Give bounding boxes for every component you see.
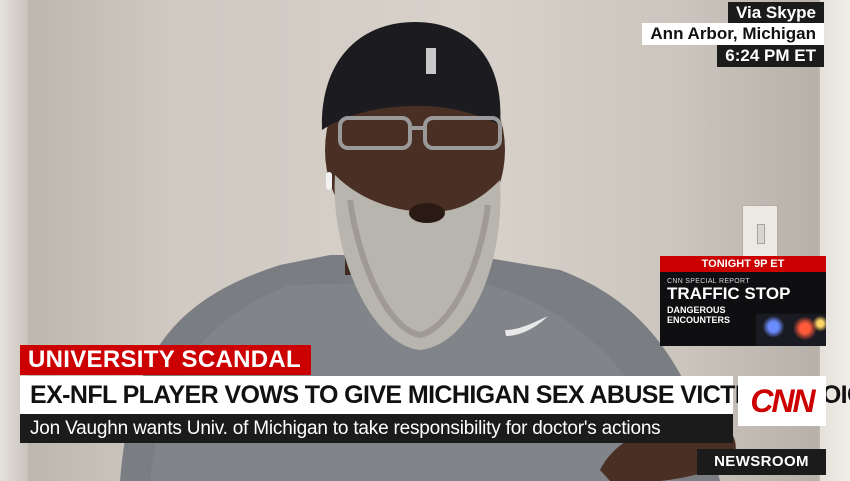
- cnn-logo: CNN: [738, 376, 826, 426]
- location-source: Via Skype: [727, 2, 824, 24]
- lower-third-subheadline: Jon Vaughn wants Univ. of Michigan to ta…: [30, 418, 661, 439]
- lower-third-kicker: UNIVERSITY SCANDAL: [20, 345, 311, 375]
- lower-third-headline: EX-NFL PLAYER VOWS TO GIVE MICHIGAN SEX …: [30, 381, 850, 409]
- police-lights-image: [756, 314, 826, 346]
- show-name: NEWSROOM: [697, 449, 826, 475]
- promo-time: TONIGHT 9P ET: [660, 256, 826, 272]
- promo-box: TONIGHT 9P ET CNN SPECIAL REPORT TRAFFIC…: [660, 256, 826, 346]
- promo-title: TRAFFIC STOP: [667, 284, 791, 303]
- location-city: Ann Arbor, Michigan: [642, 23, 824, 45]
- lower-third-subheadline-bar: Jon Vaughn wants Univ. of Michigan to ta…: [20, 414, 733, 443]
- video-frame: Via Skype Ann Arbor, Michigan 6:24 PM ET…: [0, 0, 850, 481]
- location-time: 6:24 PM ET: [717, 45, 824, 67]
- lower-third-headline-bar: EX-NFL PLAYER VOWS TO GIVE MICHIGAN SEX …: [20, 376, 850, 414]
- cnn-logo-text: CNN: [750, 383, 815, 419]
- promo-subtitle: DANGEROUS ENCOUNTERS: [667, 305, 731, 325]
